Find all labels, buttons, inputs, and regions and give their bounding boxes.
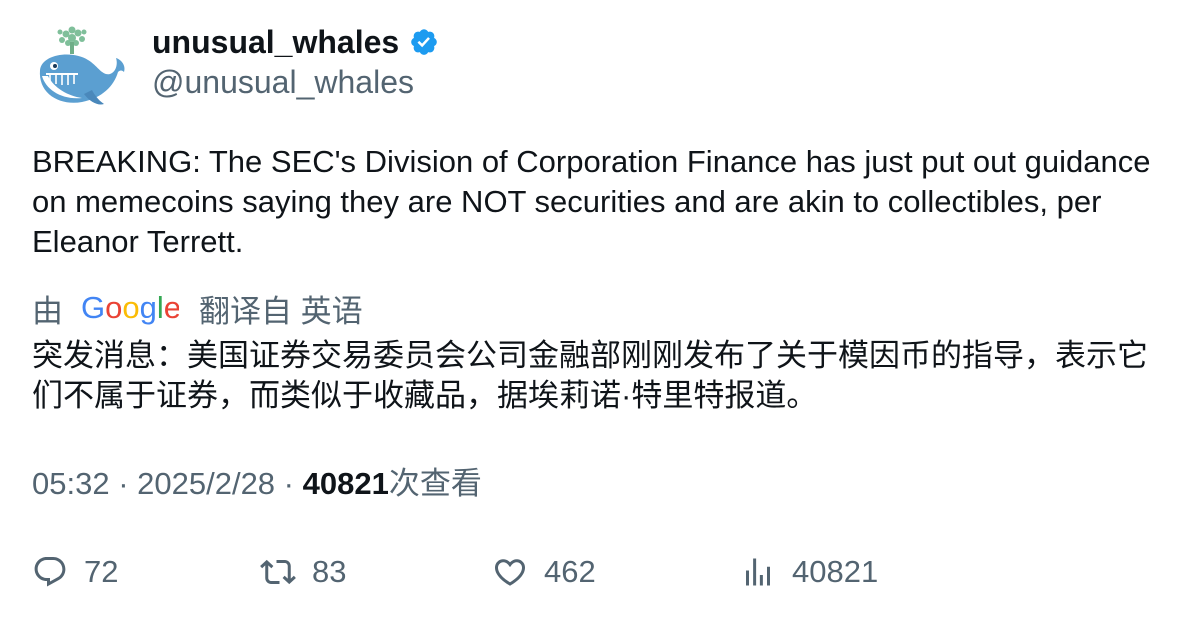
author-name-row[interactable]: unusual_whales [152, 22, 439, 62]
tweet-time[interactable]: 05:32 [32, 466, 110, 501]
meta-separator: · [109, 466, 138, 501]
tweet-meta: 05:32 · 2025/2/28 · 40821次查看 [32, 464, 482, 504]
meta-separator: · [275, 466, 303, 501]
google-logo-icon: Google [81, 290, 179, 325]
reply-count: 72 [84, 554, 119, 589]
tweet-card: unusual_whales @unusual_whales BREAKING:… [0, 0, 1196, 618]
translation-attribution: 由 Google 翻译自 英语 [32, 286, 363, 330]
tweet-date[interactable]: 2025/2/28 [137, 466, 275, 501]
like-button[interactable]: 462 [492, 548, 596, 596]
translation-from-label[interactable]: 翻译自 英语 [199, 286, 363, 331]
whale-logo-icon [39, 26, 125, 105]
retweet-icon [260, 559, 296, 585]
translated-text: 突发消息：美国证券交易委员会公司金融部刚刚发布了关于模因币的指导，表示它们不属于… [32, 338, 1148, 413]
like-count: 462 [544, 554, 596, 589]
reply-button[interactable]: 72 [32, 548, 118, 596]
analytics-icon [746, 558, 770, 586]
views-label: 次查看 [388, 466, 482, 501]
svg-text:Google: Google [81, 290, 179, 325]
author-handle[interactable]: @unusual_whales [152, 62, 414, 102]
views-action-count: 40821 [792, 554, 879, 589]
avatar[interactable] [32, 24, 128, 114]
retweet-count: 83 [312, 554, 347, 589]
heart-icon [494, 559, 526, 586]
reply-icon [34, 557, 66, 587]
views-button[interactable]: 40821 [740, 548, 878, 596]
tweet-text: BREAKING: The SEC's Division of Corporat… [32, 144, 1151, 259]
display-name[interactable]: unusual_whales [152, 22, 399, 62]
verified-badge-icon[interactable] [409, 27, 439, 57]
action-bar: 72 83 462 40821 [32, 548, 1172, 596]
retweet-button[interactable]: 83 [260, 548, 346, 596]
translation-by-label: 由 [32, 293, 63, 329]
views-count: 40821 [302, 466, 389, 501]
